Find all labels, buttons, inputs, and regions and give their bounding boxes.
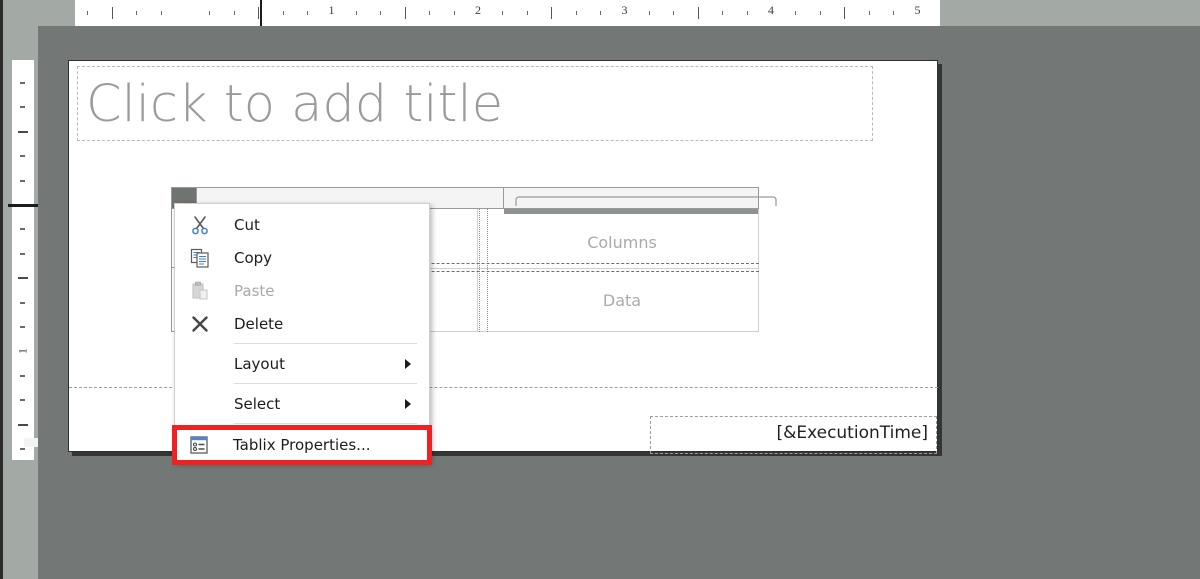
ruler-tick: [795, 11, 797, 15]
close-x-icon: [187, 311, 213, 337]
ruler-tick: [209, 11, 211, 15]
chevron-right-icon: [405, 398, 411, 409]
menu-item-label: Select: [234, 394, 281, 413]
ruler-tick: [258, 7, 260, 19]
tablix-cell-data[interactable]: Data: [603, 291, 641, 310]
ruler-tick: [868, 11, 870, 15]
ruler-tick: [136, 11, 138, 15]
title-placeholder-text: Click to add title: [86, 75, 504, 134]
ruler-tick: [18, 130, 28, 133]
execution-time-textbox[interactable]: [&ExecutionTime]: [650, 416, 937, 454]
ruler-tick: [404, 7, 406, 19]
ruler-tick: [722, 11, 724, 15]
ruler-number: 1: [15, 347, 30, 354]
horizontal-ruler[interactable]: 1 2 3 4 5: [75, 0, 940, 26]
ruler-tick: [893, 11, 895, 15]
ruler-tick: [20, 326, 25, 329]
ruler-tick: [307, 11, 309, 15]
vertical-ruler[interactable]: 1: [12, 60, 54, 460]
menu-item-label: Cut: [234, 215, 260, 234]
menu-item-select[interactable]: Select: [175, 387, 429, 420]
ruler-tick: [160, 11, 162, 15]
menu-item-paste: Paste: [175, 274, 429, 307]
menu-item-layout[interactable]: Layout: [175, 347, 429, 380]
ruler-number: 5: [914, 3, 921, 17]
vertical-ruler-origin-marker: [8, 204, 40, 207]
title-textbox[interactable]: Click to add title: [77, 66, 873, 141]
menu-item-copy[interactable]: Copy: [175, 241, 429, 274]
menu-item-delete[interactable]: Delete: [175, 307, 429, 340]
ruler-tick: [453, 11, 455, 15]
ruler-tick: [697, 7, 699, 19]
ruler-tick: [18, 277, 28, 280]
menu-separator: [234, 423, 417, 424]
menu-item-cut[interactable]: Cut: [175, 208, 429, 241]
ruler-tick: [20, 155, 25, 158]
ruler-tick: [20, 228, 25, 231]
tablix-cell-columns[interactable]: Columns: [587, 233, 657, 252]
menu-item-label: Tablix Properties...: [233, 436, 371, 454]
ruler-tick: [20, 106, 25, 109]
ruler-tick: [111, 7, 113, 19]
ruler-tick: [20, 448, 25, 451]
ruler-tick: [844, 7, 846, 19]
ruler-tick: [526, 11, 528, 15]
ruler-tick: [20, 374, 25, 377]
menu-item-label: Paste: [234, 281, 275, 300]
copy-icon: [187, 245, 213, 271]
ruler-tick: [18, 423, 28, 426]
execution-time-expression: [&ExecutionTime]: [776, 423, 928, 443]
clipboard-icon: [187, 278, 213, 304]
menu-separator: [234, 343, 417, 344]
ruler-tick: [429, 11, 431, 15]
chevron-right-icon: [405, 358, 411, 369]
ruler-tick: [355, 11, 357, 15]
ruler-number: 4: [768, 3, 774, 17]
horizontal-ruler-origin-marker: [260, 0, 262, 26]
none: [187, 391, 213, 417]
ruler-tick: [233, 11, 235, 15]
ruler-number: 3: [621, 3, 628, 17]
menu-item-label: Layout: [234, 354, 285, 373]
ruler-tick: [502, 11, 504, 15]
ruler-number: 2: [475, 3, 481, 17]
ruler-tick: [20, 399, 25, 402]
tablix-column-handle-divider: [503, 188, 504, 210]
ruler-tick: [380, 11, 382, 15]
ruler-tick: [673, 11, 675, 15]
ruler-tick: [746, 11, 748, 15]
tablix-selected-column-shade: [504, 209, 758, 214]
menu-item-label: Copy: [234, 248, 273, 267]
ruler-tick: [20, 301, 25, 304]
ruler-tick: [648, 11, 650, 15]
ruler-tick: [551, 7, 553, 19]
properties-icon: [186, 432, 212, 458]
ruler-tick: [575, 11, 577, 15]
menu-item-tablix-properties[interactable]: Tablix Properties...: [172, 425, 432, 465]
horizontal-ruler-strip: 1 2 3 4 5: [0, 0, 1200, 26]
none: [187, 351, 213, 377]
ruler-tick: [600, 11, 602, 15]
ruler-tick: [819, 11, 821, 15]
ruler-tick: [20, 252, 25, 255]
ruler-tick: [20, 179, 25, 182]
ruler-tick: [87, 11, 89, 15]
scissors-icon: [187, 212, 213, 238]
menu-separator: [234, 383, 417, 384]
tablix-column-selection-bracket: [515, 195, 777, 207]
context-menu[interactable]: Cut Copy Paste Delete Layout Select Tablix Pro…: [172, 203, 432, 465]
ruler-number: 1: [328, 3, 335, 17]
ruler-tick: [20, 81, 25, 84]
ruler-tick: [282, 11, 284, 15]
menu-item-label: Delete: [234, 314, 284, 333]
